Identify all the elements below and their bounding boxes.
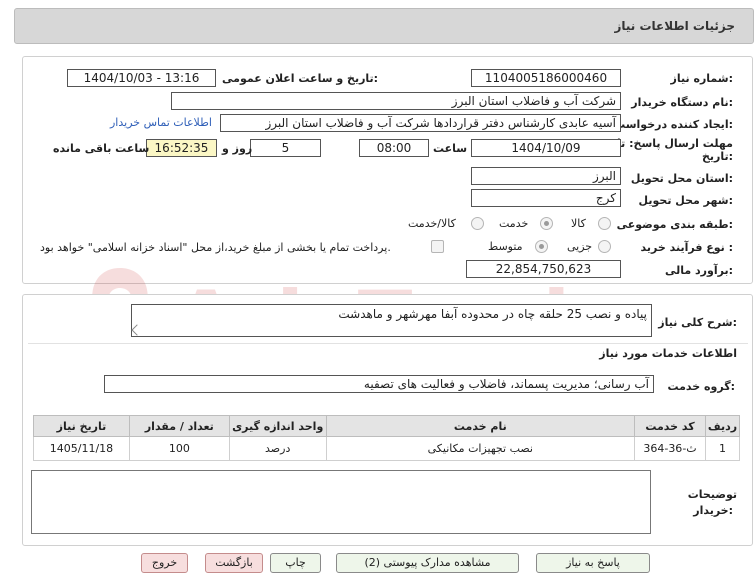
print-button[interactable]: چاپ	[270, 553, 321, 573]
buyer-org-label: نام دستگاه خریدار:	[631, 96, 733, 109]
reply-button[interactable]: پاسخ به نیاز	[536, 553, 650, 573]
buyer-org-field: شرکت آب و فاضلاب استان البرز	[171, 92, 621, 110]
process-option-medium-label: متوسط	[488, 240, 523, 253]
remaining-time-field: 16:52:35	[146, 139, 217, 157]
view-attachments-button[interactable]: مشاهده مدارک پیوستی (2)	[336, 553, 519, 573]
deadline-time-label: ساعت	[433, 142, 468, 155]
contact-buyer-link[interactable]: اطلاعات تماس خریدار	[110, 116, 212, 129]
back-button[interactable]: بازگشت	[205, 553, 263, 573]
col-need-date: تاریخ نیاز	[33, 415, 130, 437]
deadline-date-label: تاریخ:	[701, 150, 733, 163]
announce-field: 1404/10/03 - 13:16	[67, 69, 216, 87]
description-field: پیاده و نصب 25 حلقه چاه در محدوده آبفا م…	[131, 304, 652, 337]
page-title: جزئیات اطلاعات نیاز	[614, 19, 735, 33]
service-group-label: گروه خدمت:	[667, 380, 735, 393]
process-radio-minor[interactable]	[598, 240, 611, 253]
cell-service-name: نصب تجهیزات مکانیکی	[325, 436, 636, 461]
need-number-field: 1104005186000460	[471, 69, 621, 87]
treasury-payment-note: پرداخت تمام یا بخشی از مبلغ خرید،از محل …	[40, 241, 391, 254]
table-header-row: تاریخ نیاز تعداد / مقدار واحد اندازه گیر…	[33, 415, 741, 437]
category-radio-both[interactable]	[471, 217, 484, 230]
category-option-goods-label: کالا	[571, 217, 586, 230]
buyer-notes-label-2: خریدار:	[693, 504, 733, 517]
panel-header: جزئیات اطلاعات نیاز	[14, 8, 754, 44]
table-row: 1405/11/18 100 درصد نصب تجهیزات مکانیکی …	[33, 436, 741, 461]
category-option-service-label: خدمت	[499, 217, 529, 230]
deadline-date-field: 1404/10/09	[471, 139, 621, 157]
cell-need-date: 1405/11/18	[33, 436, 130, 461]
city-label: شهر محل تحویل:	[638, 194, 733, 207]
category-option-both-label: کالا/خدمت	[408, 217, 456, 230]
col-unit: واحد اندازه گیری	[228, 415, 327, 437]
days-label: روز و	[222, 142, 253, 155]
cell-unit: درصد	[228, 436, 327, 461]
divider	[28, 343, 748, 344]
buyer-notes-field	[31, 470, 651, 534]
remaining-time-label: ساعت باقی مانده	[53, 142, 150, 155]
city-field: کرج	[471, 189, 621, 207]
buyer-notes-label: توضیحات	[687, 488, 737, 501]
creator-label: ایجاد کننده درخواست:	[614, 118, 733, 131]
estimate-label: برآورد مالی:	[665, 264, 733, 277]
col-service-name: نام خدمت	[325, 415, 636, 437]
service-group-field: آب رسانی؛ مدیریت پسماند، فاضلاب و فعالیت…	[104, 375, 654, 393]
category-radio-goods[interactable]	[598, 217, 611, 230]
process-label: نوع فرآیند خرید :	[640, 241, 733, 254]
category-radio-service[interactable]	[540, 217, 553, 230]
services-table: تاریخ نیاز تعداد / مقدار واحد اندازه گیر…	[33, 415, 741, 461]
province-field: البرز	[471, 167, 621, 185]
province-label: استان محل تحویل:	[630, 172, 733, 185]
need-number-label: شماره نیاز:	[670, 72, 733, 85]
col-service-code: کد خدمت	[634, 415, 706, 437]
col-quantity: تعداد / مقدار	[128, 415, 230, 437]
treasury-payment-checkbox[interactable]	[431, 240, 444, 253]
process-option-minor-label: جزیی	[567, 240, 593, 253]
category-label: طبقه بندی موضوعی:	[616, 218, 733, 231]
col-row: ردیف	[704, 415, 741, 437]
description-label: شرح کلی نیاز:	[658, 316, 737, 329]
description-text: پیاده و نصب 25 حلقه چاه در محدوده آبفا م…	[338, 307, 647, 321]
estimate-field: 22,854,750,623	[466, 260, 621, 278]
services-section-title: اطلاعات خدمات مورد نیاز	[599, 347, 737, 360]
announce-label: تاریخ و ساعت اعلان عمومی:	[222, 72, 379, 85]
days-remaining-field: 5	[250, 139, 321, 157]
deadline-time-field: 08:00	[359, 139, 429, 157]
exit-button[interactable]: خروج	[141, 553, 188, 573]
creator-field: آسیه عابدی کارشناس دفتر قراردادها شرکت آ…	[220, 114, 621, 132]
cell-service-code: ث-36-364	[634, 436, 706, 461]
process-radio-medium[interactable]	[535, 240, 548, 253]
deadline-label: مهلت ارسال پاسخ: تا	[617, 137, 733, 150]
cell-quantity: 100	[128, 436, 230, 461]
cell-row: 1	[704, 436, 741, 461]
